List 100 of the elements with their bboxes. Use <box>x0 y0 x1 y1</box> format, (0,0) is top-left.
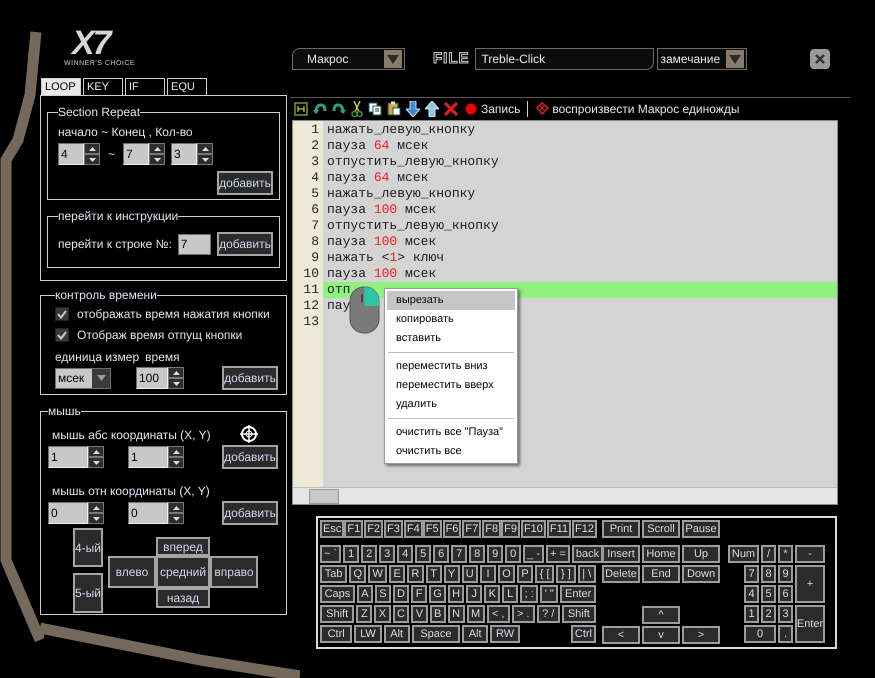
keyboard-key[interactable]: 6 <box>433 545 450 563</box>
menu-item[interactable]: переместить вверх <box>387 376 515 395</box>
keyboard-key[interactable]: F5 <box>422 520 442 538</box>
file-name-field[interactable]: Treble-Click <box>474 48 654 70</box>
move-up-button[interactable] <box>425 100 439 116</box>
spin-down-button[interactable] <box>168 457 184 468</box>
number-field[interactable]: 100 <box>136 367 168 389</box>
keyboard-key[interactable]: 3 <box>778 605 793 623</box>
keyboard-key[interactable]: Down <box>682 565 720 583</box>
delete-button[interactable] <box>444 102 458 116</box>
spin-down-button[interactable] <box>84 154 100 165</box>
number-field[interactable]: 3 <box>171 143 198 165</box>
scrollbar-thumb[interactable] <box>309 488 339 504</box>
keyboard-key[interactable]: S <box>374 585 391 603</box>
keyboard-key[interactable]: Esc <box>320 520 344 538</box>
menu-item[interactable]: вставить <box>387 329 515 348</box>
keyboard-key[interactable]: 9 <box>778 565 793 583</box>
keyboard-key[interactable]: F10 <box>520 520 546 538</box>
keyboard-key[interactable]: + = <box>546 545 570 563</box>
keyboard-key[interactable]: H <box>448 585 464 603</box>
undo-button[interactable] <box>313 102 327 114</box>
keyboard-key[interactable]: | \ <box>578 565 596 583</box>
mouse-button[interactable]: средний <box>156 556 210 588</box>
keyboard-key[interactable]: F7 <box>462 520 482 538</box>
copy-button[interactable] <box>368 102 382 116</box>
add-button[interactable]: добавить <box>217 232 273 256</box>
keyboard-key[interactable]: V <box>411 605 428 623</box>
mode-dropdown[interactable]: Макрос <box>292 48 405 70</box>
keyboard-key[interactable]: Up <box>682 545 720 563</box>
keyboard-key[interactable]: v <box>642 626 680 644</box>
keyboard-key[interactable]: O <box>498 565 516 583</box>
keyboard-key[interactable]: - <box>795 545 825 563</box>
keyboard-key[interactable]: Shift <box>320 605 354 623</box>
spin-up-button[interactable] <box>168 367 184 378</box>
keyboard-key[interactable]: ? / <box>536 605 560 623</box>
keyboard-key[interactable]: } ] <box>556 565 576 583</box>
keyboard-key[interactable]: 2 <box>361 545 378 563</box>
keyboard-key[interactable]: Alt <box>462 625 488 643</box>
cut-button[interactable] <box>351 100 363 116</box>
keyboard-key[interactable]: D <box>392 585 410 603</box>
mouse-button[interactable]: 4-ый <box>73 528 103 567</box>
keyboard-key[interactable]: + <box>795 565 825 603</box>
number-field[interactable]: 7 <box>123 143 150 165</box>
keyboard-key[interactable]: 8 <box>761 565 776 583</box>
keyboard-key[interactable]: Z <box>356 605 372 623</box>
tab[interactable]: KEY <box>83 78 123 95</box>
number-field[interactable]: 0 <box>48 502 88 524</box>
number-field[interactable]: 7 <box>178 234 211 254</box>
keyboard-key[interactable]: 7 <box>744 565 759 583</box>
keyboard-key[interactable]: 9 <box>487 545 504 563</box>
keyboard-key[interactable]: 3 <box>379 545 396 563</box>
keyboard-key[interactable]: J <box>466 585 482 603</box>
add-button[interactable]: добавить <box>222 366 278 390</box>
keyboard-key[interactable]: I <box>480 565 496 583</box>
keyboard-key[interactable]: > <box>682 626 720 644</box>
keyboard-key[interactable]: 4 <box>397 545 414 563</box>
keyboard-key[interactable]: Scroll <box>642 520 680 538</box>
keyboard-key[interactable]: W <box>368 565 388 583</box>
mouse-button[interactable]: 5-ый <box>73 573 103 613</box>
keyboard-key[interactable]: * <box>778 545 793 563</box>
keyboard-key[interactable]: Pause <box>682 520 720 538</box>
keyboard-key[interactable]: 6 <box>778 585 793 603</box>
keyboard-key[interactable]: ~ ` <box>320 545 342 563</box>
keyboard-key[interactable]: K <box>484 585 500 603</box>
keyboard-key[interactable]: 5 <box>415 545 432 563</box>
move-down-button[interactable] <box>406 100 420 116</box>
keyboard-key[interactable]: C <box>392 605 410 623</box>
spin-up-button[interactable] <box>168 502 184 513</box>
keyboard-key[interactable]: Home <box>642 545 680 563</box>
keyboard-key[interactable]: Tab <box>320 565 348 583</box>
keyboard-key[interactable]: Delete <box>602 565 640 583</box>
checkbox[interactable] <box>55 328 69 342</box>
keyboard-key[interactable]: U <box>462 565 478 583</box>
keyboard-key[interactable]: F12 <box>572 520 598 538</box>
add-button[interactable]: добавить <box>217 171 273 195</box>
menu-item[interactable]: очистить все <box>387 442 515 461</box>
spin-down-button[interactable] <box>149 154 166 165</box>
mouse-button[interactable]: вправо <box>210 556 258 588</box>
keyboard-key[interactable]: F6 <box>442 520 462 538</box>
keyboard-key[interactable]: Caps <box>320 585 355 603</box>
tab[interactable]: EQU <box>167 78 207 95</box>
spin-down-button[interactable] <box>168 513 184 524</box>
spin-up-button[interactable] <box>168 446 184 457</box>
add-button[interactable]: добавить <box>222 445 278 469</box>
keyboard-key[interactable]: Q <box>349 565 366 583</box>
keyboard-key[interactable]: 0 <box>505 545 522 563</box>
close-button[interactable] <box>810 49 830 69</box>
mouse-button[interactable]: вперед <box>156 537 210 556</box>
paste-button[interactable] <box>387 101 401 116</box>
keyboard-key[interactable]: 1 <box>744 605 759 623</box>
keyboard-key[interactable]: _ - <box>523 545 544 563</box>
spin-up-button[interactable] <box>197 143 214 154</box>
spin-down-button[interactable] <box>88 457 104 468</box>
keyboard-key[interactable]: F3 <box>384 520 403 538</box>
record-button[interactable]: Запись <box>465 100 520 118</box>
keyboard-key[interactable]: G <box>429 585 446 603</box>
spin-up-button[interactable] <box>88 502 104 513</box>
number-field[interactable]: 0 <box>128 502 168 524</box>
keyboard-key[interactable]: F <box>411 585 428 603</box>
number-field[interactable]: 4 <box>58 143 84 165</box>
